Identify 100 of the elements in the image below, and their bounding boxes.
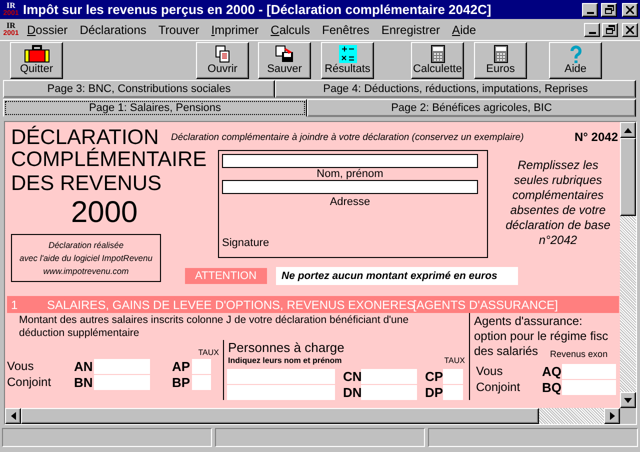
form-year: 2000: [70, 196, 139, 230]
restore-button[interactable]: [601, 2, 617, 16]
toolbar-button[interactable]: Résultats: [321, 42, 374, 79]
field-code: AQ: [542, 364, 562, 378]
warning-text: Ne portez aucun montant exprimé en euros: [276, 267, 518, 285]
toolbar-button[interactable]: Ouvrir: [196, 42, 249, 79]
section-number: 1: [10, 298, 19, 312]
form-number: N° 2042: [574, 130, 618, 144]
calculator-icon: [494, 45, 508, 63]
field-code: DP: [425, 384, 443, 400]
input-field[interactable]: [94, 358, 150, 374]
vertical-scrollbar[interactable]: [620, 122, 636, 408]
menu-item[interactable]: Aide: [447, 22, 482, 36]
field-label: Nom, prénom: [316, 168, 384, 180]
input-field[interactable]: [192, 358, 211, 374]
briefcase-icon: [24, 45, 50, 63]
field-code: DN: [343, 384, 361, 400]
input-field[interactable]: [443, 384, 463, 400]
scroll-up-button[interactable]: [620, 122, 636, 138]
minimize-icon: [586, 12, 594, 14]
field-label: Signature: [222, 237, 270, 249]
field-code: BN: [74, 374, 94, 390]
restore-icon: [604, 5, 614, 14]
restore-button[interactable]: [602, 22, 618, 36]
menu-item[interactable]: Calculs: [266, 22, 315, 36]
input-field[interactable]: [562, 380, 616, 394]
close-button[interactable]: [622, 22, 638, 36]
horizontal-scrollbar[interactable]: [5, 408, 636, 424]
form-subtitle: Déclaration complémentaire à joindre à votre déclaration (conservez un exemplaire): [171, 132, 524, 142]
right-arrow-icon: [610, 412, 614, 420]
description-text: Montant des autres salaires inscrits colonne J de votre déclaration bénéficiant d'une déduction supplémentaire: [18, 313, 410, 340]
field-code: AP: [172, 358, 192, 374]
field-code: CN: [343, 368, 361, 384]
section-tag: [AGENTS D'ASSURANCE]: [413, 298, 558, 312]
minimize-icon: [588, 32, 596, 34]
menu-item[interactable]: Fenêtres: [317, 22, 374, 36]
input-field[interactable]: [222, 154, 478, 168]
input-field[interactable]: [227, 384, 335, 400]
toolbar-button[interactable]: Calculette: [411, 42, 464, 79]
close-button[interactable]: [622, 2, 638, 16]
tab[interactable]: Page 3: BNC, Constributions sociales: [3, 80, 275, 98]
close-icon: [626, 6, 634, 14]
menu-item[interactable]: Imprimer: [206, 22, 264, 36]
form-title: DES REVENUS: [11, 172, 163, 196]
down-arrow-icon: [624, 398, 632, 402]
toolbar-button[interactable]: Euros: [474, 42, 527, 79]
column-hint: Indiquez leurs nom et prénom: [228, 356, 342, 365]
scroll-right-button[interactable]: [604, 408, 620, 424]
scroll-down-button[interactable]: [620, 392, 636, 408]
input-field[interactable]: [443, 368, 463, 384]
column-title: des salariés: [473, 344, 538, 359]
column-label: TAUX: [198, 348, 219, 357]
tab[interactable]: Page 2: Bénéfices agricoles, BIC: [307, 99, 636, 117]
menu-item[interactable]: Dossier: [22, 22, 73, 36]
input-field[interactable]: [361, 384, 417, 400]
input-field[interactable]: [361, 368, 417, 384]
column-label: TAUX: [444, 356, 465, 365]
row-label: Vous: [476, 364, 504, 378]
menu-item[interactable]: Déclarations: [74, 22, 152, 36]
close-icon: [626, 26, 634, 34]
credit-text: Déclaration réalisée: [48, 238, 124, 252]
math-symbols-icon: [338, 45, 356, 63]
section-title: SALAIRES, GAINS DE LEVEE D'OPTIONS, REVENUS EXONERES: [47, 298, 413, 312]
toolbar-button[interactable]: Quitter: [10, 42, 63, 79]
question-mark-icon: [568, 45, 582, 63]
calculator-icon: [430, 45, 444, 63]
toolbar-button[interactable]: Sauver: [258, 42, 311, 79]
minimize-button[interactable]: [582, 2, 598, 16]
credit-text: www.impotrevenu.com: [43, 264, 129, 278]
scroll-thumb[interactable]: [21, 408, 539, 424]
tab[interactable]: Page 1: Salaires, Pensions: [3, 99, 307, 117]
scroll-thumb[interactable]: [620, 138, 636, 216]
input-field[interactable]: [222, 180, 478, 194]
input-field[interactable]: [227, 368, 335, 384]
menu-item[interactable]: Trouver: [153, 22, 204, 36]
toolbar-button[interactable]: Aide: [549, 42, 602, 79]
input-field[interactable]: [94, 374, 150, 390]
menu-item[interactable]: Enregistrer: [376, 22, 446, 36]
field-label: Adresse: [330, 196, 370, 208]
field-code: BQ: [542, 380, 562, 394]
column-title: option pour le régime fisc: [473, 329, 610, 344]
left-arrow-icon: [10, 412, 16, 420]
input-field[interactable]: [192, 374, 211, 390]
save-icon: [274, 45, 294, 63]
instruction-note: Remplissez les seules rubriques complémentaires absentes de votre déclaration de base n°2042: [504, 157, 612, 249]
attention-label: ATTENTION: [185, 268, 267, 284]
row-label: Conjoint: [476, 380, 522, 394]
field-code: CP: [425, 368, 443, 384]
tab[interactable]: Page 4: Déductions, réductions, imputations, Reprises: [275, 80, 636, 98]
field-code: AN: [74, 358, 94, 374]
scroll-left-button[interactable]: [5, 408, 21, 424]
documents-icon: [214, 45, 230, 63]
column-title: Agents d'assurance:: [473, 314, 584, 329]
form-title: DÉCLARATION: [10, 126, 159, 148]
window-title: Impôt sur les revenus perçus en 2000 - [Déclaration complémentaire 2042C]: [23, 2, 492, 17]
row-label: Vous: [7, 359, 35, 373]
input-field[interactable]: [562, 364, 616, 378]
field-code: BP: [172, 374, 192, 390]
form-title: COMPLÉMENTAIRE: [11, 148, 208, 172]
minimize-button[interactable]: [584, 22, 600, 36]
